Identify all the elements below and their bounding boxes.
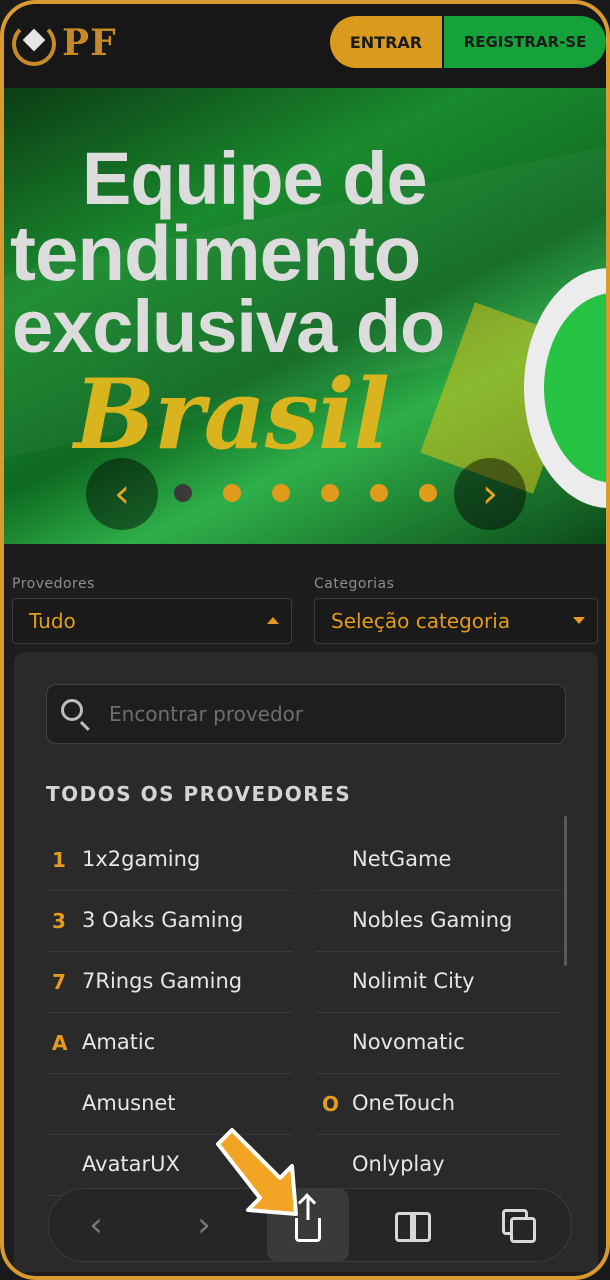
carousel-next-button[interactable]: › (454, 458, 526, 530)
carousel-dot[interactable] (419, 484, 437, 502)
provider-name: Amatic (82, 1030, 156, 1054)
search-icon (61, 699, 83, 721)
categories-select[interactable]: Seleção categoria (314, 598, 598, 644)
carousel-dot[interactable] (370, 484, 388, 502)
providers-select[interactable]: Tudo (12, 598, 292, 644)
provider-name: NetGame (352, 847, 452, 871)
providers-section-title: TODOS OS PROVEDORES (46, 782, 352, 806)
provider-item[interactable]: Novomatic (316, 1013, 562, 1074)
scrollbar[interactable] (564, 816, 567, 966)
back-icon: ‹ (89, 1205, 103, 1245)
tabs-button[interactable] (483, 1189, 553, 1261)
carousel-dot[interactable] (223, 484, 241, 502)
provider-name: 3 Oaks Gaming (82, 908, 244, 932)
phone-frame: PF ENTRAR REGISTRAR-SE Equipe de tendime… (0, 0, 610, 1280)
provider-item[interactable]: Nobles Gaming (316, 891, 562, 952)
provider-item[interactable]: 7 7Rings Gaming (46, 952, 292, 1013)
providers-select-value: Tudo (29, 609, 76, 633)
caret-up-icon (267, 617, 279, 624)
forward-icon: › (197, 1205, 211, 1245)
login-button[interactable]: ENTRAR (330, 16, 442, 68)
provider-item[interactable]: Onlyplay (316, 1135, 562, 1196)
promo-banner[interactable]: Equipe de tendimento exclusiva do Brasil… (4, 88, 606, 544)
provider-item[interactable]: 3 3 Oaks Gaming (46, 891, 292, 952)
search-placeholder: Encontrar provedor (109, 702, 304, 726)
bookmarks-icon (395, 1212, 431, 1242)
provider-item[interactable]: NetGame (316, 830, 562, 891)
provider-item[interactable]: 1 1x2gaming (46, 830, 292, 891)
register-button[interactable]: REGISTRAR-SE (444, 16, 606, 68)
provider-name: OneTouch (352, 1091, 456, 1115)
index-letter: 3 (52, 909, 66, 933)
provider-item[interactable]: O OneTouch (316, 1074, 562, 1135)
back-button[interactable]: ‹ (61, 1189, 131, 1261)
provider-name: Nolimit City (352, 969, 475, 993)
index-letter: 7 (52, 970, 66, 994)
banner-line-4: Brasil (74, 358, 390, 471)
carousel-dot[interactable] (321, 484, 339, 502)
chevron-right-icon: › (482, 471, 498, 517)
provider-name: AvatarUX (82, 1152, 180, 1176)
tabs-icon (502, 1209, 536, 1243)
pointer-arrow-icon (216, 1128, 298, 1216)
caret-down-icon (573, 617, 585, 624)
providers-right-column: NetGame Nobles Gaming Nolimit City Novom… (316, 830, 562, 1196)
carousel-dots (174, 484, 444, 504)
provider-name: Amusnet (82, 1091, 176, 1115)
carousel-dot[interactable] (272, 484, 290, 502)
site-logo[interactable]: PF (12, 18, 122, 74)
bookmarks-button[interactable] (377, 1189, 447, 1261)
provider-name: 7Rings Gaming (82, 969, 243, 993)
provider-search-input[interactable]: Encontrar provedor (46, 684, 566, 744)
index-letter: O (322, 1092, 340, 1116)
carousel-dot[interactable] (174, 484, 192, 502)
index-letter: A (52, 1031, 68, 1055)
provider-item[interactable]: Nolimit City (316, 952, 562, 1013)
logo-text: PF (62, 22, 117, 64)
site-header: PF ENTRAR REGISTRAR-SE (4, 4, 606, 88)
categories-label: Categorias (314, 576, 395, 592)
browser-toolbar: ‹ › (48, 1188, 572, 1262)
banner-line-3: exclusiva do (12, 285, 445, 368)
chevron-left-icon: ‹ (114, 471, 130, 517)
provider-name: 1x2gaming (82, 847, 201, 871)
provider-name: Nobles Gaming (352, 908, 513, 932)
provider-name: Novomatic (352, 1030, 465, 1054)
carousel-prev-button[interactable]: ‹ (86, 458, 158, 530)
provider-item[interactable]: A Amatic (46, 1013, 292, 1074)
categories-select-value: Seleção categoria (331, 609, 511, 633)
provider-name: Onlyplay (352, 1152, 445, 1176)
providers-label: Provedores (12, 576, 95, 592)
index-letter: 1 (52, 848, 66, 872)
